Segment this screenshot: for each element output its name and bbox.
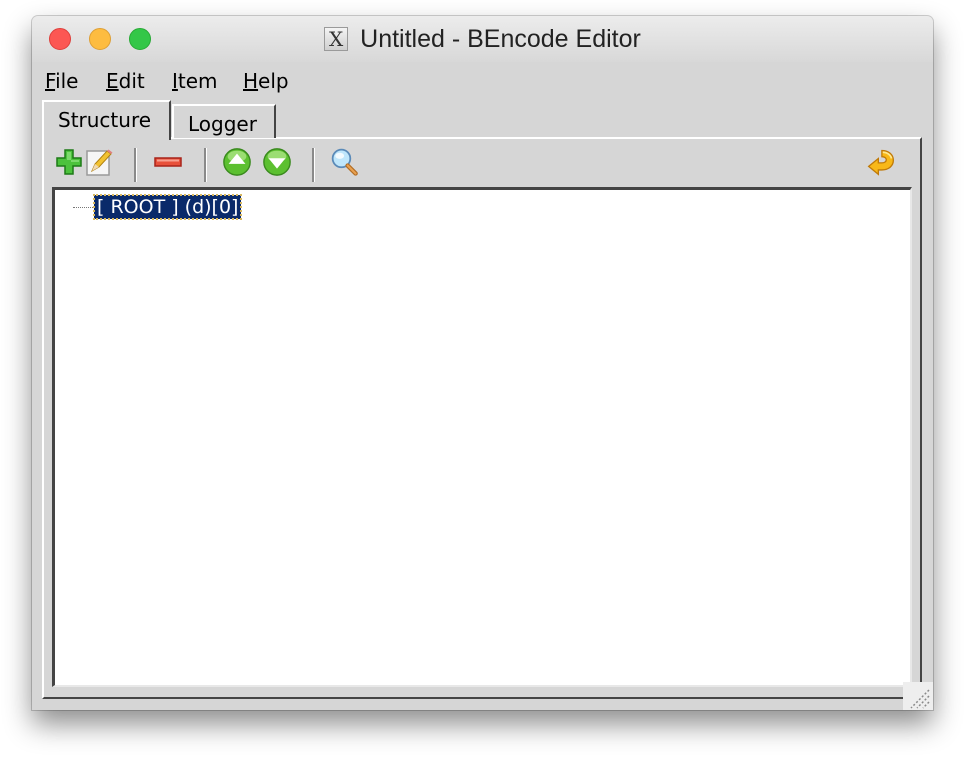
menu-edit[interactable]: Edit [106, 69, 145, 93]
menu-help[interactable]: Help [243, 69, 289, 93]
structure-panel: [ ROOT ] (d)[0] [42, 137, 922, 699]
remove-item-button[interactable] [153, 147, 183, 177]
resize-grip-icon [910, 689, 930, 709]
move-down-button[interactable] [262, 147, 292, 177]
tree-connector-line [73, 207, 95, 208]
resize-grip[interactable] [903, 682, 933, 710]
app-window: X Untitled - BEncode Editor File Edit It… [32, 16, 933, 710]
toolbar-separator [204, 148, 207, 182]
tree-node-root[interactable]: [ ROOT ] (d)[0] [92, 194, 243, 220]
app-icon: X [324, 27, 349, 51]
title-bar[interactable]: X Untitled - BEncode Editor [32, 16, 933, 62]
structure-tree[interactable]: [ ROOT ] (d)[0] [52, 187, 912, 687]
minus-icon [154, 157, 182, 167]
menu-file[interactable]: File [45, 69, 78, 93]
menu-item[interactable]: Item [172, 69, 218, 93]
magnifier-icon [331, 148, 358, 176]
window-title: Untitled - BEncode Editor [360, 24, 641, 53]
pencil-icon [86, 149, 113, 176]
toolbar-separator [312, 148, 315, 182]
tab-logger[interactable]: Logger [172, 104, 276, 138]
menu-item-label: tem [177, 69, 218, 93]
plus-icon [56, 149, 82, 175]
undo-button[interactable] [866, 147, 896, 177]
arrow-up-icon [223, 148, 251, 176]
edit-item-button[interactable] [84, 147, 114, 177]
arrow-down-icon [263, 148, 291, 176]
toolbar [44, 139, 920, 187]
undo-arrow-icon [867, 149, 895, 176]
toolbar-separator [134, 148, 137, 182]
add-item-button[interactable] [54, 147, 84, 177]
tab-structure[interactable]: Structure [42, 100, 171, 140]
move-up-button[interactable] [222, 147, 252, 177]
menu-file-label: ile [55, 69, 79, 93]
menu-edit-label: dit [118, 69, 145, 93]
menu-bar: File Edit Item Help [32, 66, 933, 96]
menu-help-label: elp [258, 69, 289, 93]
search-button[interactable] [330, 147, 360, 177]
